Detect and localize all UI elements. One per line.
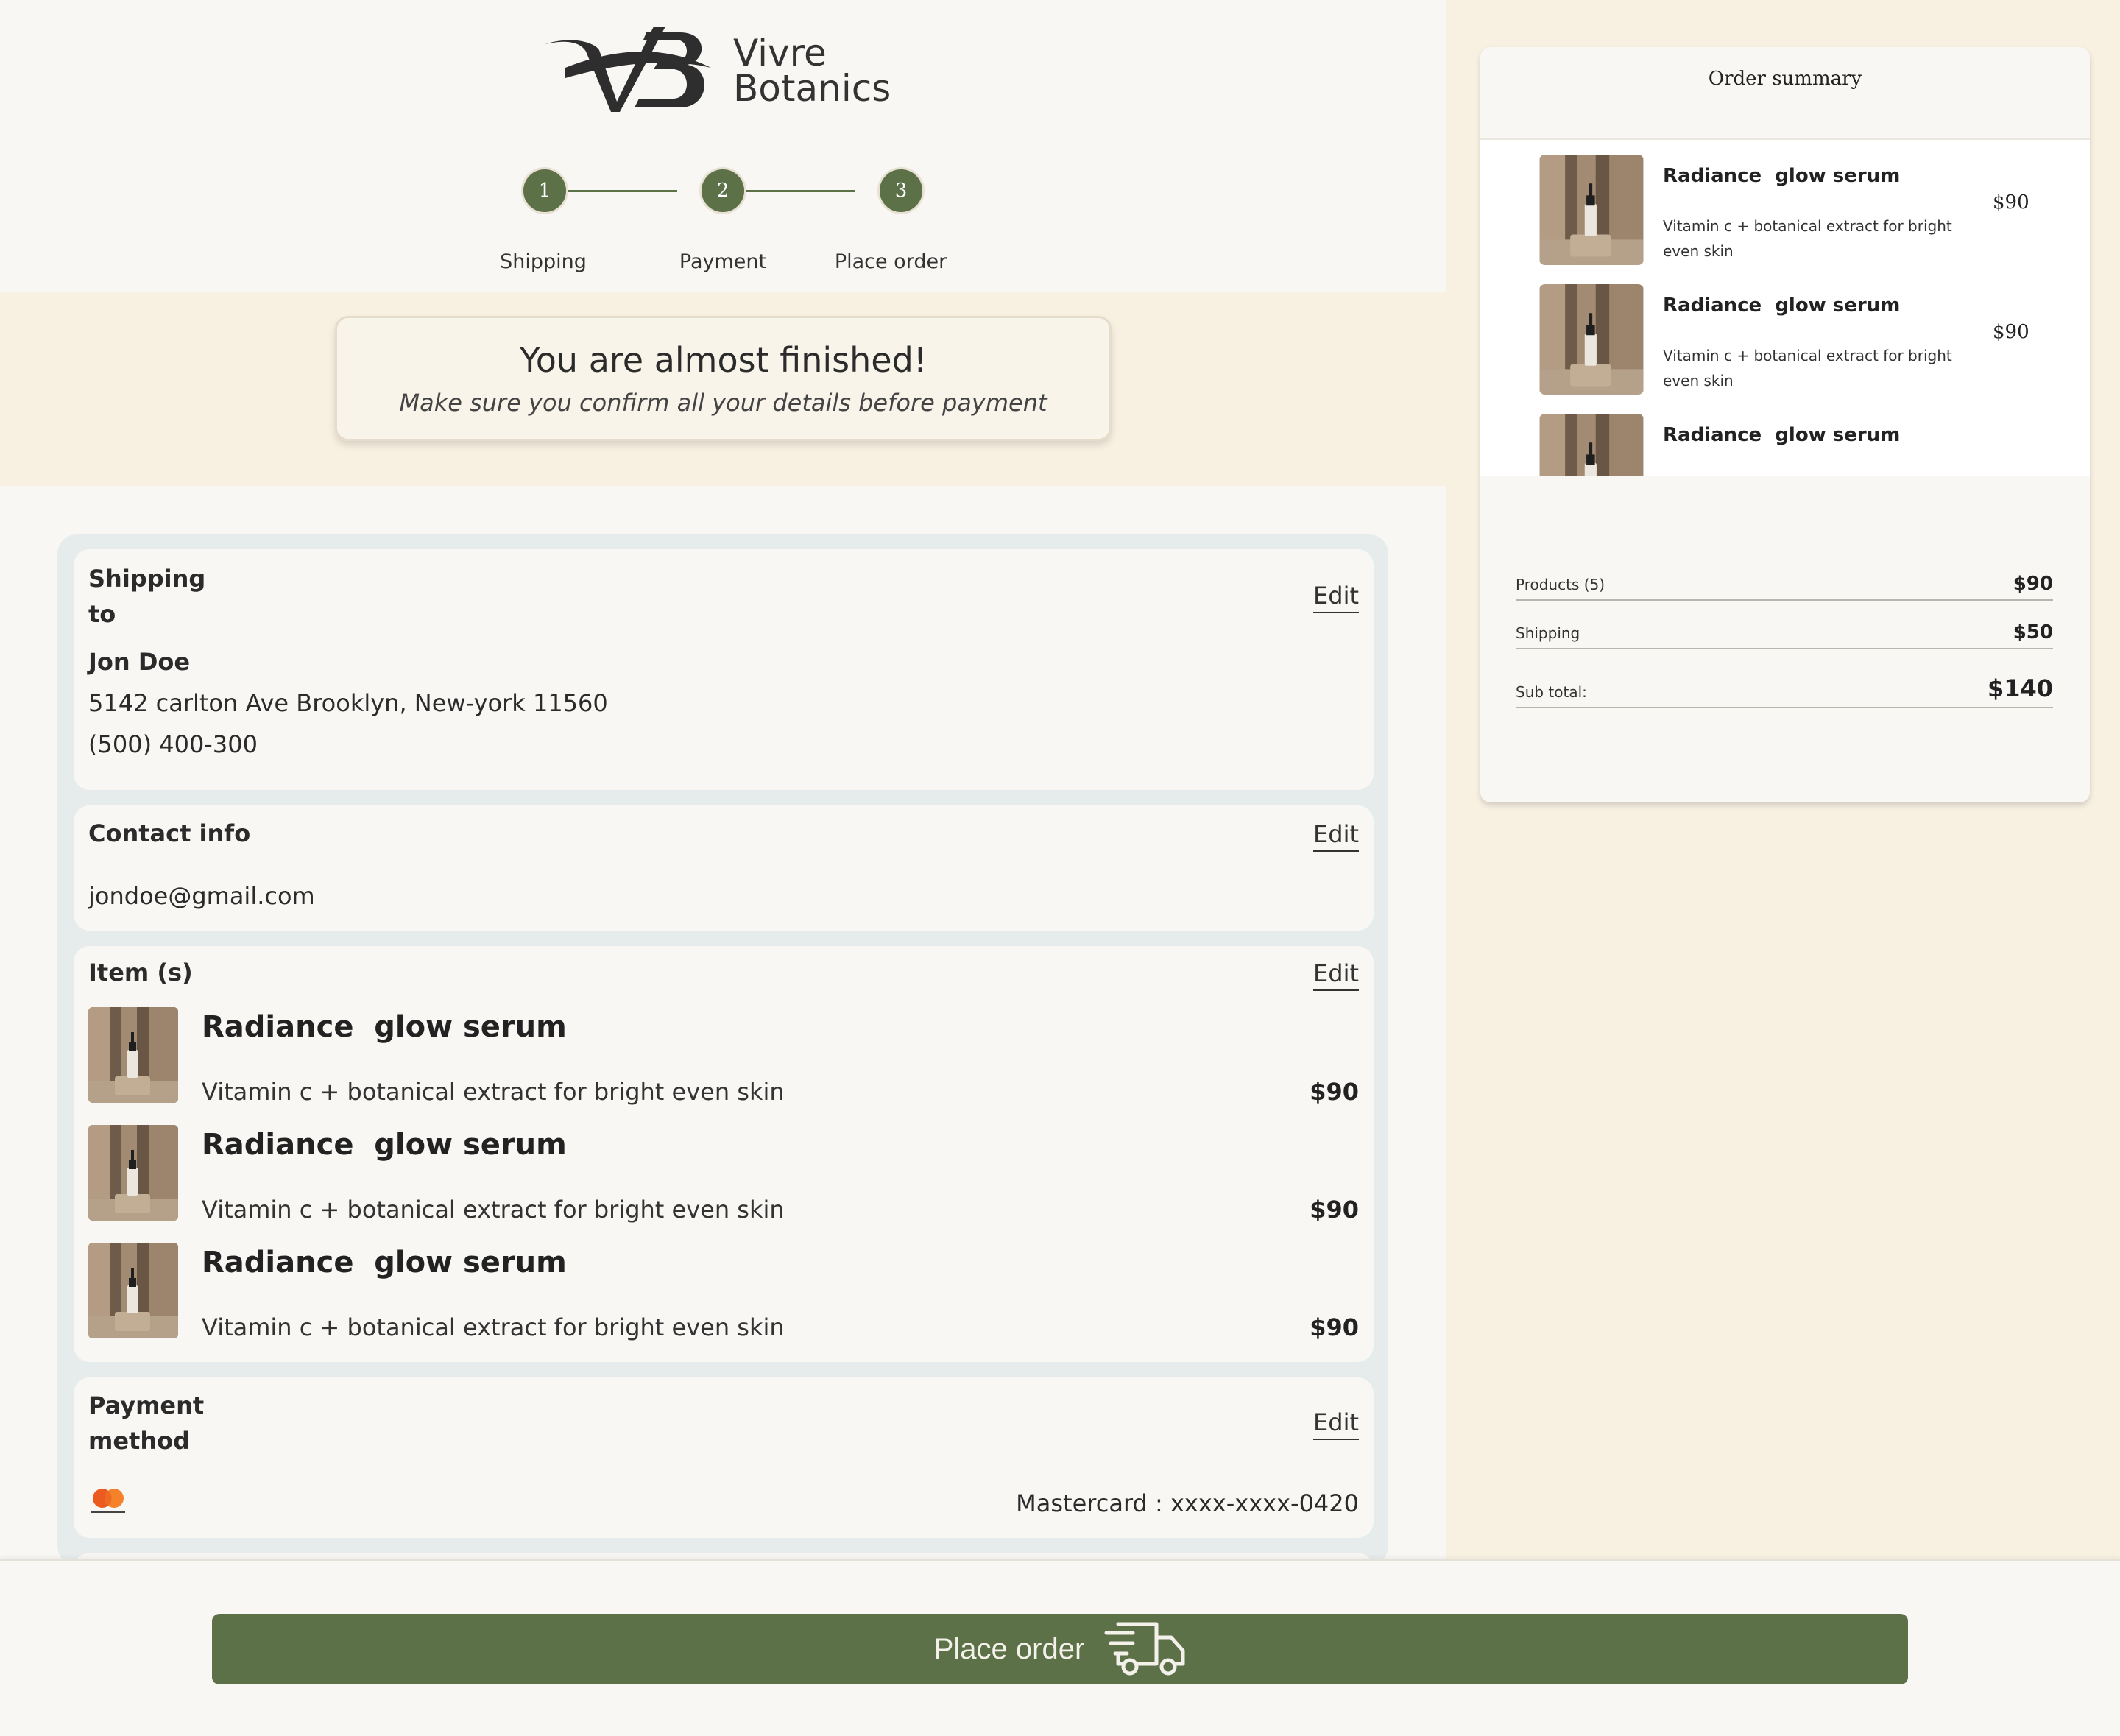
delivery-truck-icon: [1104, 1622, 1185, 1676]
products-total-value: $90: [2013, 573, 2053, 595]
order-summary-title: Order summary: [1708, 68, 1862, 90]
brand-name-line2: Botanics: [733, 67, 891, 110]
brand-name: Vivre Botanics: [733, 32, 891, 110]
item-price: $90: [1310, 1313, 1359, 1341]
step-3-label: Place order: [834, 250, 947, 273]
order-summary-item-list[interactable]: Radiance glow serum Vitamin c + botanica…: [1480, 140, 2090, 476]
products-count-label: Products (5): [1516, 576, 1605, 593]
edit-contact-link[interactable]: Edit: [1313, 820, 1359, 852]
item-description: Vitamin c + botanical extract for bright…: [202, 1078, 785, 1106]
shipping-phone: (500) 400-300: [88, 730, 258, 758]
payment-title-line2: method: [88, 1427, 191, 1455]
step-3-circle[interactable]: 3: [877, 167, 925, 214]
product-thumbnail: [88, 1125, 178, 1221]
summary-products-row: Products (5) $90: [1516, 570, 2053, 601]
place-order-button[interactable]: Place order: [212, 1614, 1908, 1684]
brand-logo[interactable]: Vivre Botanics: [543, 21, 897, 113]
item-price: $90: [1310, 1196, 1359, 1224]
summary-item-name: Radiance glow serum: [1663, 294, 1901, 317]
item-description: Vitamin c + botanical extract for bright…: [202, 1196, 785, 1224]
product-thumbnail: [1539, 414, 1644, 476]
brand-name-line1: Vivre: [733, 32, 827, 74]
vb-monogram-icon: [545, 27, 711, 112]
product-thumbnail: [1539, 284, 1644, 395]
item-name: Radiance glow serum: [202, 1246, 567, 1280]
order-summary-column: Order summary Radiance glow serum Vitami…: [1446, 0, 2120, 1736]
edit-payment-link[interactable]: Edit: [1313, 1408, 1359, 1440]
edit-items-link[interactable]: Edit: [1313, 959, 1359, 991]
banner-title: You are almost finished!: [519, 340, 928, 380]
cart-item-row: Radiance glow serum Vitamin c + botanica…: [88, 1007, 1359, 1106]
order-summary-header: Order summary: [1480, 47, 2090, 140]
items-card-title: Item (s): [88, 959, 193, 987]
place-order-bar: Place order: [0, 1559, 2120, 1736]
order-summary-card: Order summary Radiance glow serum Vitami…: [1480, 47, 2090, 802]
shipping-card: Shipping to Edit Jon Doe 5142 carlton Av…: [74, 549, 1374, 790]
contact-card-title: Contact info: [88, 819, 251, 847]
product-thumbnail: [88, 1007, 178, 1103]
summary-item-price: $90: [1993, 321, 2029, 343]
shipping-cost-label: Shipping: [1516, 624, 1580, 642]
shipping-title-line1: Shipping: [88, 565, 206, 593]
step-2-label: Payment: [679, 250, 767, 273]
summary-item: Radiance glow serum Vitamin c + botanica…: [1539, 155, 2054, 265]
summary-item-name: Radiance glow serum: [1663, 165, 1901, 187]
cart-item-row: Radiance glow serum Vitamin c + botanica…: [88, 1125, 1359, 1224]
contact-email: jondoe@gmail.com: [88, 882, 315, 910]
shipping-card-title: Shipping to: [88, 561, 205, 632]
item-description: Vitamin c + botanical extract for bright…: [202, 1313, 785, 1341]
item-name: Radiance glow serum: [202, 1010, 567, 1044]
items-card: Item (s) Edit Radiance glow serum Vitami…: [74, 946, 1374, 1362]
payment-card-title: Payment method: [88, 1388, 204, 1458]
edit-shipping-link[interactable]: Edit: [1313, 582, 1359, 613]
summary-subtotal-row: Sub total: $140: [1516, 666, 2053, 708]
product-thumbnail: [88, 1243, 178, 1338]
subtotal-label: Sub total:: [1516, 683, 1587, 701]
summary-item-description: Vitamin c + botanical extract for bright…: [1663, 347, 1952, 389]
item-name: Radiance glow serum: [202, 1128, 567, 1162]
almost-finished-banner: You are almost finished! Make sure you c…: [335, 316, 1112, 441]
summary-item: Radiance glow serum Vitamin c + botanica…: [1539, 284, 2054, 395]
shipping-recipient-name: Jon Doe: [88, 648, 191, 676]
contact-card: Contact info Edit jondoe@gmail.com: [74, 805, 1374, 931]
shipping-address: 5142 carlton Ave Brooklyn, New-york 1156…: [88, 689, 608, 717]
checkout-stepper: 1 2 3 Shipping Payment Place order: [486, 166, 964, 283]
product-thumbnail: [1539, 155, 1644, 265]
shipping-title-line2: to: [88, 600, 116, 628]
subtotal-value: $140: [1987, 674, 2053, 702]
step-1-circle[interactable]: 1: [521, 167, 568, 214]
payment-title-line1: Payment: [88, 1391, 205, 1419]
checkout-main: Vivre Botanics 1 2 3 Shipping Payment Pl…: [0, 0, 1446, 1736]
payment-card: Payment method Edit Mastercard : xxxx-xx…: [74, 1377, 1374, 1538]
summary-item: Radiance glow serum: [1539, 414, 2054, 476]
summary-item-name: Radiance glow serum: [1663, 424, 1901, 446]
summary-item-price: $90: [1993, 191, 2029, 214]
summary-item-description: Vitamin c + botanical extract for bright…: [1663, 217, 1952, 260]
place-order-label: Place order: [933, 1632, 1085, 1665]
step-1-label: Shipping: [500, 250, 587, 273]
banner-subtitle: Make sure you confirm all your details b…: [399, 389, 1047, 417]
step-2-circle[interactable]: 2: [699, 167, 746, 214]
payment-card-number: Mastercard : xxxx-xxxx-0420: [1016, 1489, 1359, 1517]
item-price: $90: [1310, 1078, 1359, 1106]
shipping-cost-value: $50: [2013, 621, 2053, 643]
summary-shipping-row: Shipping $50: [1516, 618, 2053, 649]
mastercard-icon: [91, 1489, 125, 1513]
cart-item-row: Radiance glow serum Vitamin c + botanica…: [88, 1243, 1359, 1341]
